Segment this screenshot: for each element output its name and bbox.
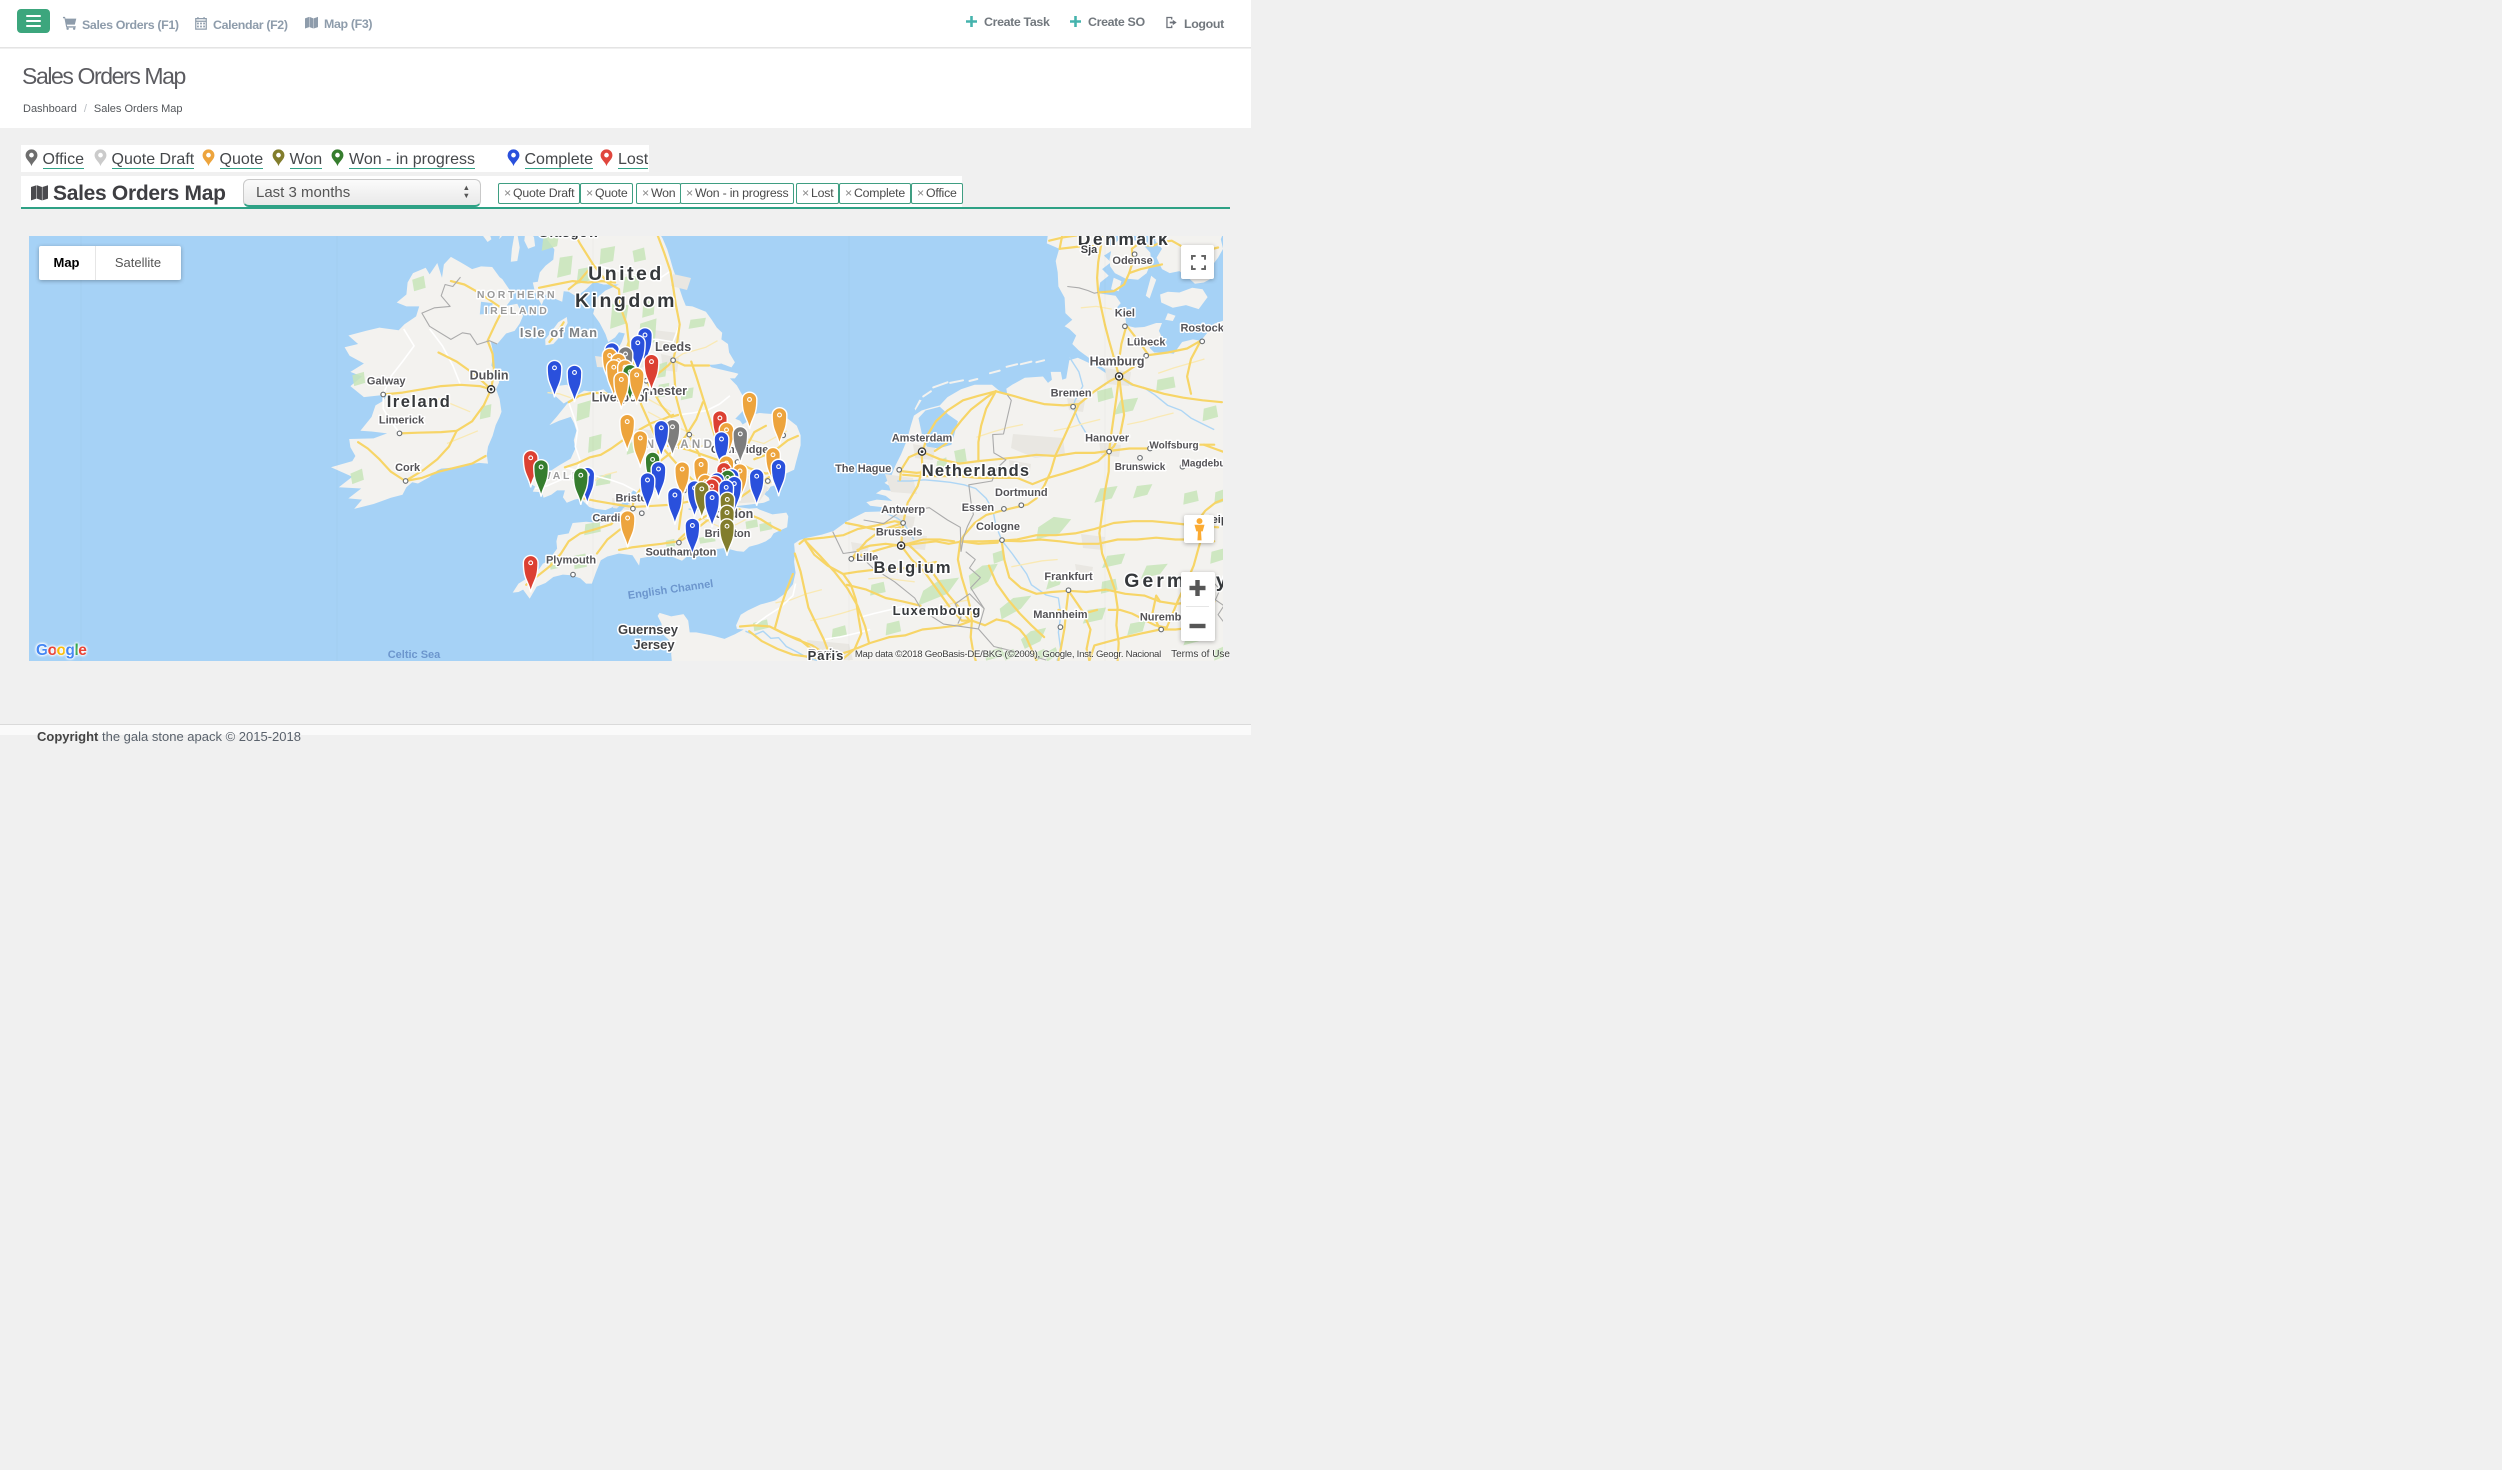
svg-text:Glasgow: Glasgow bbox=[538, 236, 599, 240]
svg-text:Essen: Essen bbox=[962, 502, 995, 514]
svg-text:Luxembourg: Luxembourg bbox=[893, 603, 982, 618]
svg-text:Amsterdam: Amsterdam bbox=[892, 433, 953, 445]
svg-text:Mannheim: Mannheim bbox=[1033, 609, 1088, 621]
svg-text:NORTHERN: NORTHERN bbox=[477, 289, 557, 301]
svg-text:Lübeck: Lübeck bbox=[1127, 337, 1166, 349]
svg-text:Ireland: Ireland bbox=[387, 393, 452, 411]
svg-text:Plymouth: Plymouth bbox=[546, 555, 596, 567]
svg-text:Brunswick: Brunswick bbox=[1115, 462, 1166, 473]
svg-text:Limerick: Limerick bbox=[379, 414, 425, 426]
svg-text:Guernsey: Guernsey bbox=[618, 622, 679, 637]
svg-text:Rostock: Rostock bbox=[1180, 322, 1223, 334]
svg-text:Cologne: Cologne bbox=[976, 521, 1020, 533]
svg-text:Magdeburg: Magdeburg bbox=[1182, 459, 1223, 470]
svg-text:Celtic Sea: Celtic Sea bbox=[388, 649, 441, 661]
svg-text:IRELAND: IRELAND bbox=[485, 305, 550, 317]
svg-text:Hamburg: Hamburg bbox=[1090, 355, 1145, 369]
svg-text:Sja: Sja bbox=[1081, 244, 1098, 256]
svg-text:Brussels: Brussels bbox=[876, 527, 922, 539]
svg-text:Jersey: Jersey bbox=[633, 637, 675, 652]
svg-text:Leeds: Leeds bbox=[655, 340, 691, 354]
svg-text:Dortmund: Dortmund bbox=[995, 487, 1048, 499]
svg-text:Kingdom: Kingdom bbox=[575, 290, 677, 312]
svg-text:Wolfsburg: Wolfsburg bbox=[1149, 441, 1198, 452]
svg-text:Netherlands: Netherlands bbox=[922, 462, 1031, 480]
svg-text:Belgium: Belgium bbox=[873, 559, 952, 577]
svg-text:United: United bbox=[588, 263, 664, 285]
svg-text:Bremen: Bremen bbox=[1051, 388, 1092, 400]
svg-text:The Hague: The Hague bbox=[835, 463, 891, 475]
svg-text:Hanover: Hanover bbox=[1085, 433, 1130, 445]
svg-text:Isle of Man: Isle of Man bbox=[520, 325, 598, 340]
svg-text:Antwerp: Antwerp bbox=[881, 504, 925, 516]
svg-text:Odense: Odense bbox=[1112, 255, 1152, 267]
svg-text:Galway: Galway bbox=[367, 376, 406, 388]
svg-text:Frankfurt: Frankfurt bbox=[1044, 571, 1093, 583]
svg-text:Kiel: Kiel bbox=[1115, 307, 1135, 319]
svg-text:Paris: Paris bbox=[808, 648, 845, 661]
svg-text:Dublin: Dublin bbox=[470, 368, 509, 382]
svg-text:Southampton: Southampton bbox=[645, 547, 716, 559]
svg-text:Cork: Cork bbox=[395, 462, 421, 474]
